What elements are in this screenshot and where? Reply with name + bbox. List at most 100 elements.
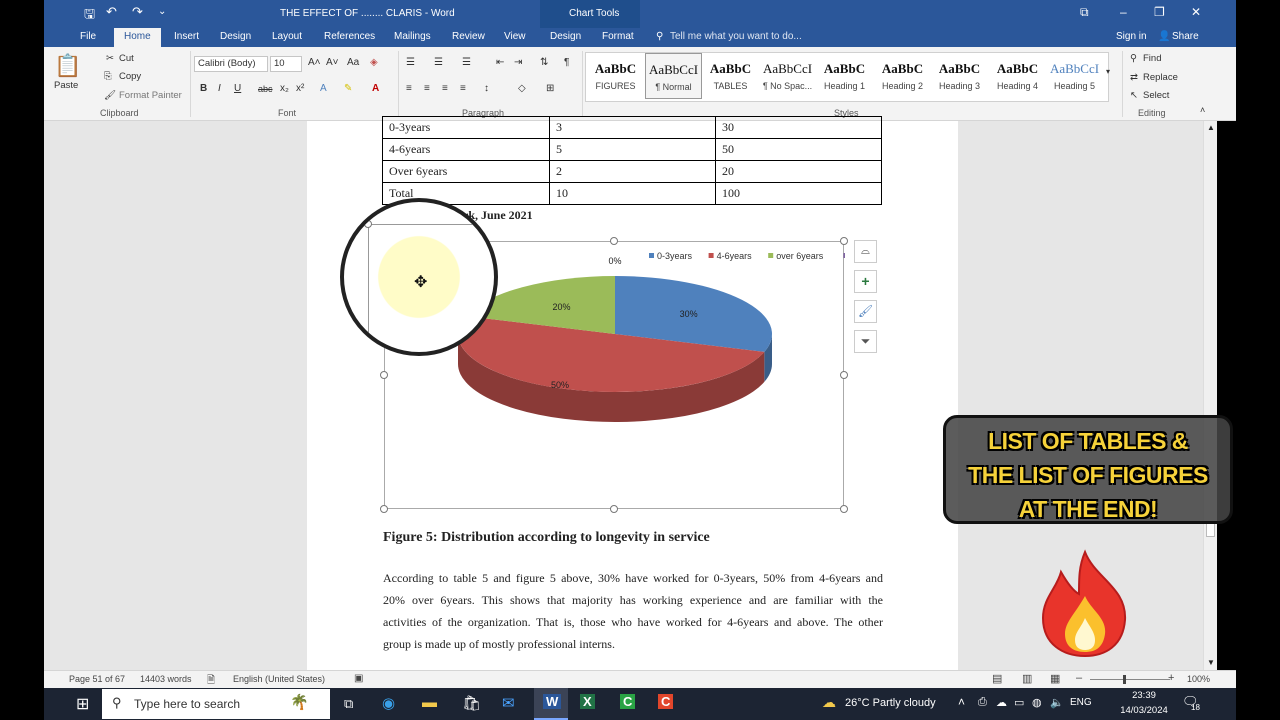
- close-button[interactable]: ✕: [1191, 5, 1201, 19]
- align-right-icon[interactable]: ≡: [442, 83, 448, 94]
- italic-icon[interactable]: I: [218, 83, 221, 94]
- camtasia-red-icon[interactable]: C: [658, 694, 674, 709]
- replace-button[interactable]: Replace: [1143, 72, 1178, 83]
- align-center-icon[interactable]: ≡: [424, 83, 430, 94]
- legend-swatch[interactable]: [649, 253, 654, 258]
- resize-handle[interactable]: [840, 371, 848, 379]
- macro-icon[interactable]: ▣: [354, 673, 363, 684]
- font-size-select[interactable]: 10: [270, 56, 302, 72]
- word-taskbar-button[interactable]: W: [534, 688, 568, 720]
- tray-chevron-icon[interactable]: ˄: [958, 695, 965, 709]
- pie-data-label[interactable]: 0%: [608, 256, 621, 266]
- pilcrow-icon[interactable]: ¶: [564, 57, 569, 68]
- weather-text[interactable]: 26°C Partly cloudy: [845, 697, 936, 709]
- tab-review[interactable]: Review: [452, 31, 485, 42]
- style-normal[interactable]: AaBbCcI ¶ Normal: [645, 53, 702, 99]
- chart-filters-icon[interactable]: ⏷: [854, 330, 877, 353]
- pie-data-label[interactable]: 20%: [552, 302, 570, 312]
- cloud-icon[interactable]: ☁: [996, 696, 1007, 709]
- scroll-up-icon[interactable]: ▲: [1207, 123, 1215, 132]
- excel-icon[interactable]: X: [580, 694, 595, 709]
- font-name-select[interactable]: Calibri (Body): [194, 56, 268, 72]
- taskbar-search-box[interactable]: ⚲ Type here to search 🌴: [102, 689, 330, 719]
- resize-handle[interactable]: [380, 371, 388, 379]
- grow-font-icon[interactable]: A˄: [308, 57, 321, 68]
- style-tables[interactable]: AaBbC TABLES: [702, 53, 759, 99]
- resize-handle[interactable]: [840, 237, 848, 245]
- edge-icon[interactable]: ◉: [382, 694, 395, 712]
- tab-layout[interactable]: Layout: [272, 31, 302, 42]
- clear-format-icon[interactable]: ◈: [370, 57, 378, 68]
- cut-icon[interactable]: ✂: [106, 53, 114, 64]
- shrink-font-icon[interactable]: A˅: [326, 57, 339, 68]
- page-count[interactable]: Page 51 of 67: [69, 674, 125, 684]
- highlight-icon[interactable]: ✎: [344, 83, 352, 94]
- style-figures[interactable]: AaBbC FIGURES: [587, 53, 644, 99]
- resize-handle[interactable]: [610, 237, 618, 245]
- copy-icon[interactable]: ⎘: [104, 71, 112, 82]
- pie-data-label[interactable]: 30%: [680, 309, 698, 319]
- chart-elements-plus-icon[interactable]: +: [854, 270, 877, 293]
- legend-label[interactable]: 0-3years: [657, 251, 693, 261]
- select-icon[interactable]: ↖: [1130, 90, 1138, 101]
- network-icon[interactable]: ◍: [1032, 696, 1042, 709]
- tab-file[interactable]: File: [80, 31, 96, 42]
- cut-button[interactable]: Cut: [119, 53, 134, 64]
- tab-chart-format[interactable]: Format: [602, 31, 634, 42]
- sign-in-link[interactable]: Sign in: [1116, 31, 1147, 42]
- redo-icon[interactable]: ↷: [132, 4, 143, 20]
- select-button[interactable]: Select: [1143, 90, 1169, 101]
- print-layout-icon[interactable]: ▥: [1022, 672, 1032, 685]
- clock-time[interactable]: 23:39: [1120, 690, 1168, 701]
- borders-icon[interactable]: ⊞: [546, 83, 554, 94]
- replace-icon[interactable]: ⇄: [1130, 72, 1138, 83]
- layout-options-icon[interactable]: ⌓: [854, 240, 877, 263]
- format-painter-icon[interactable]: 🖌: [104, 90, 116, 101]
- tell-me-input[interactable]: Tell me what you want to do...: [670, 31, 802, 42]
- bold-icon[interactable]: B: [200, 83, 207, 94]
- numbering-icon[interactable]: ☰: [434, 57, 443, 68]
- bullets-icon[interactable]: ☰: [406, 57, 415, 68]
- undo-icon[interactable]: ↶: [106, 4, 117, 20]
- chart-styles-brush-icon[interactable]: 🖌: [854, 300, 877, 323]
- text-effects-icon[interactable]: A: [320, 83, 327, 94]
- ribbon-display-icon[interactable]: ⧉: [1080, 5, 1089, 20]
- zoom-slider[interactable]: [1090, 679, 1170, 680]
- zoom-level[interactable]: 100%: [1187, 674, 1210, 684]
- increase-indent-icon[interactable]: ⇥: [514, 57, 522, 68]
- decrease-indent-icon[interactable]: ⇤: [496, 57, 504, 68]
- underline-icon[interactable]: U: [234, 83, 241, 94]
- style-heading-4[interactable]: AaBbC Heading 4: [989, 53, 1046, 99]
- tray-app-icon[interactable]: ⎙: [978, 696, 987, 709]
- strikethrough-icon[interactable]: abc: [258, 84, 273, 94]
- tab-references[interactable]: References: [324, 31, 375, 42]
- tab-view[interactable]: View: [504, 31, 526, 42]
- style-no-spacing[interactable]: AaBbCcI ¶ No Spac...: [759, 53, 816, 99]
- line-spacing-icon[interactable]: ↕: [484, 83, 489, 94]
- legend-label[interactable]: 4-6years: [717, 251, 753, 261]
- tab-insert[interactable]: Insert: [174, 31, 199, 42]
- language-indicator[interactable]: ENG: [1070, 697, 1092, 708]
- scroll-down-icon[interactable]: ▼: [1207, 658, 1215, 667]
- task-view-icon[interactable]: ⧉: [344, 696, 353, 712]
- font-color-icon[interactable]: A: [372, 83, 379, 94]
- save-icon[interactable]: 🖫: [84, 5, 95, 27]
- format-painter-button[interactable]: Format Painter: [119, 90, 182, 101]
- find-button[interactable]: Find: [1143, 53, 1161, 64]
- windows-start-icon[interactable]: ⊞: [76, 694, 89, 714]
- style-heading-1[interactable]: AaBbC Heading 1: [816, 53, 873, 99]
- camtasia-green-icon[interactable]: C: [620, 694, 636, 709]
- minimize-button[interactable]: –: [1120, 5, 1127, 19]
- file-explorer-icon[interactable]: ▬: [422, 694, 437, 711]
- find-icon[interactable]: ⚲: [1130, 53, 1137, 64]
- resize-handle[interactable]: [840, 505, 848, 513]
- sort-icon[interactable]: ⇅: [540, 57, 548, 68]
- align-left-icon[interactable]: ≡: [406, 83, 412, 94]
- tab-home[interactable]: Home: [114, 28, 161, 47]
- store-icon[interactable]: 🛍: [462, 694, 481, 712]
- clock-date[interactable]: 14/03/2024: [1120, 705, 1168, 716]
- subscript-icon[interactable]: x₂: [280, 83, 289, 94]
- collapse-ribbon-icon[interactable]: ˄: [1200, 105, 1205, 115]
- taskbar-search-input[interactable]: Type here to search: [134, 697, 240, 711]
- maximize-button[interactable]: ❐: [1154, 5, 1165, 19]
